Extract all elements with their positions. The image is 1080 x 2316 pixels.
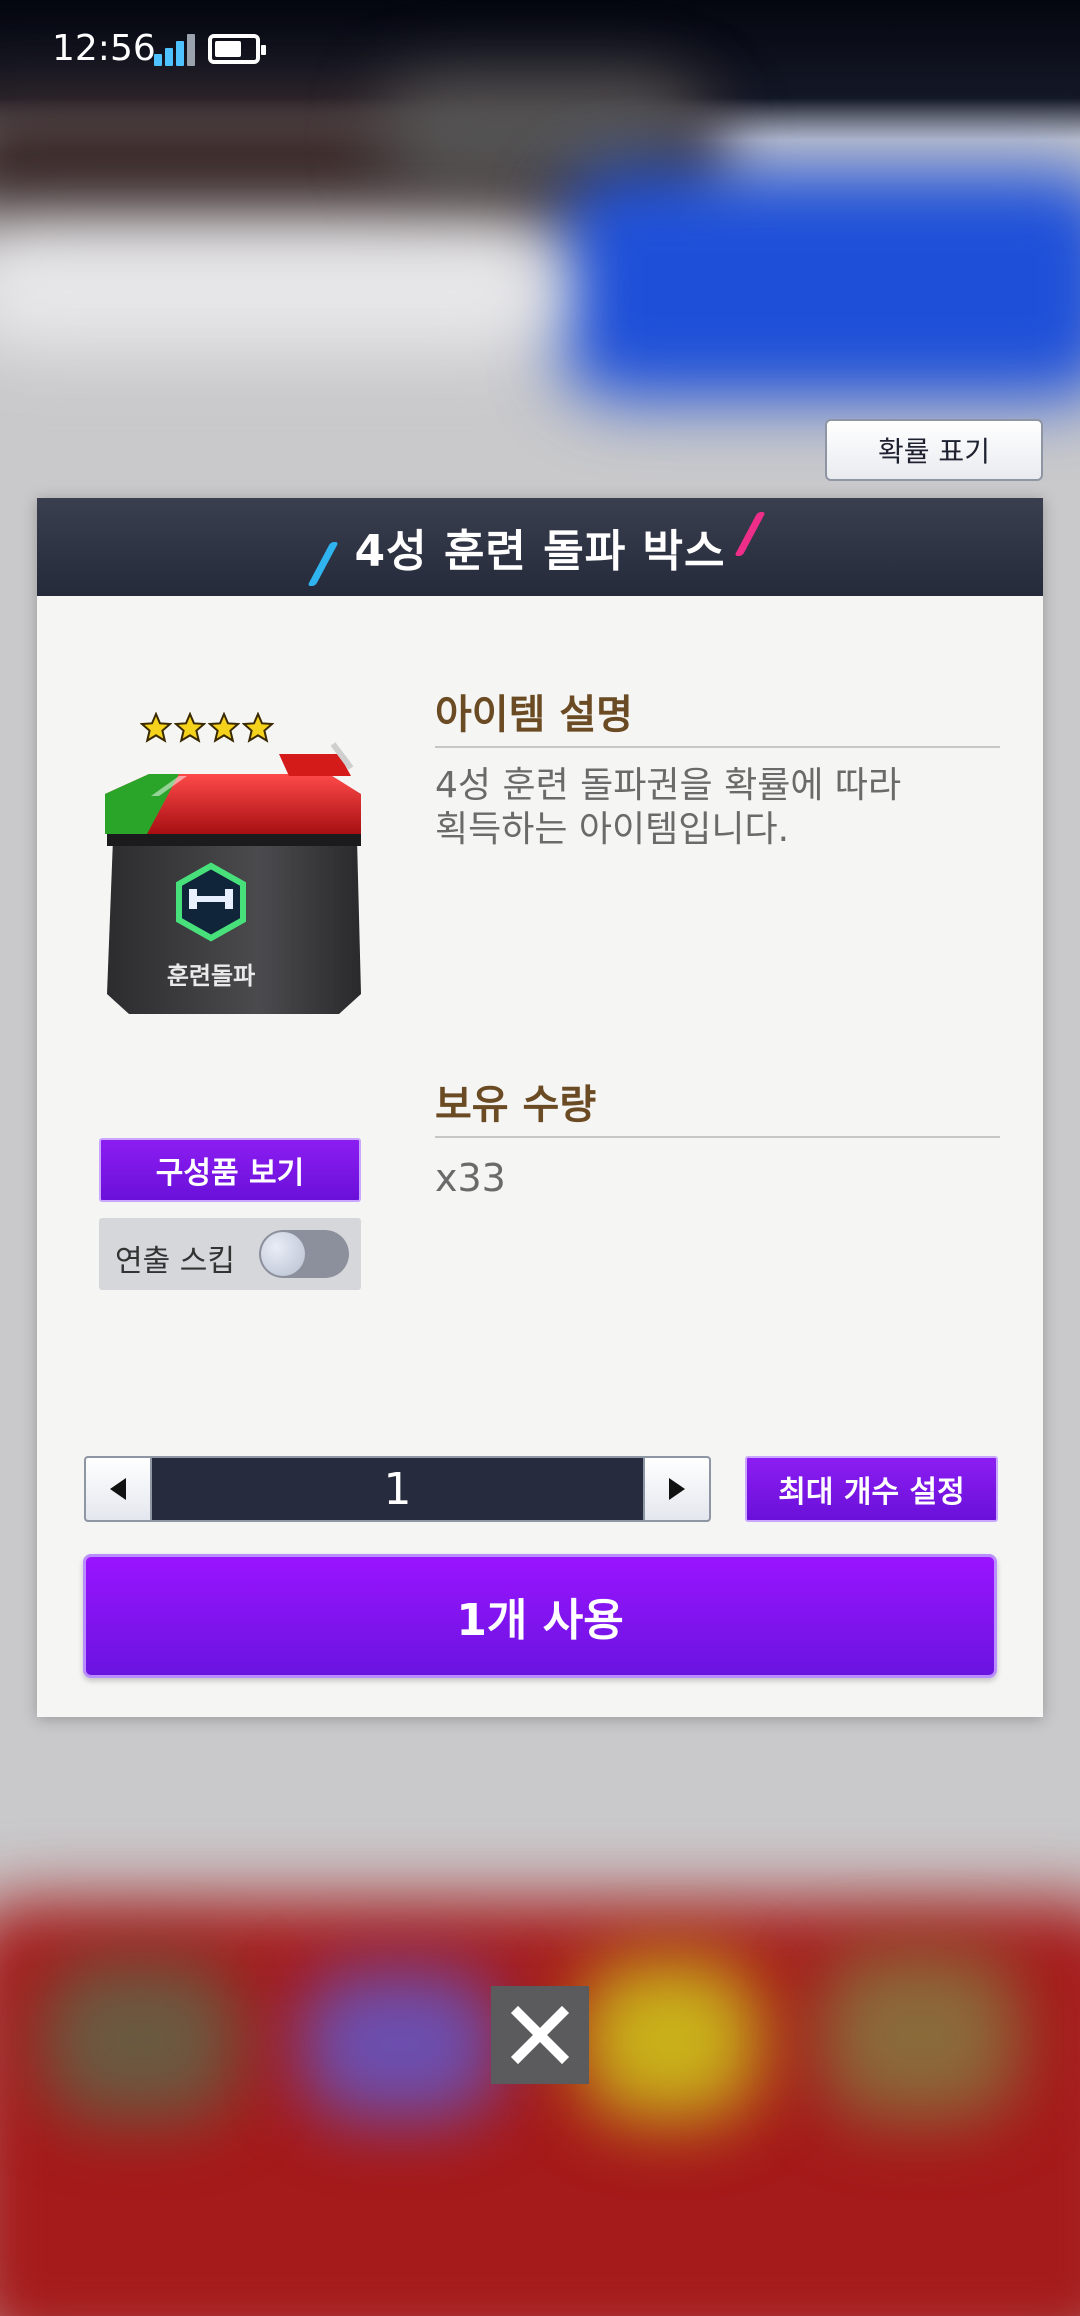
skip-label: 연출 스킵: [115, 1244, 235, 1279]
close-icon: [510, 2005, 570, 2065]
item-description-title: 아이템 설명: [435, 692, 633, 738]
use-button[interactable]: 1개 사용: [83, 1554, 997, 1678]
item-description: 4성 훈련 돌파권을 확률에 따라 획득하는 아이템입니다.: [435, 764, 955, 852]
accent-slash-blue: [307, 542, 339, 586]
skip-toggle[interactable]: [259, 1230, 349, 1278]
description-line-2: 획득하는 아이템입니다.: [435, 809, 790, 850]
view-components-button[interactable]: 구성품 보기: [99, 1138, 361, 1202]
battery-icon: [208, 34, 266, 64]
owned-quantity-title: 보유 수량: [435, 1082, 597, 1128]
status-bar: 12:56: [0, 0, 1080, 100]
box-label: 훈련돌파: [167, 962, 255, 990]
accent-slash-pink: [734, 512, 766, 556]
dialog-header: 4성 훈련 돌파 박스: [37, 498, 1043, 596]
signal-icon: [154, 34, 196, 66]
close-button[interactable]: [491, 1986, 589, 2084]
star-icon: [207, 711, 241, 744]
star-icon: [173, 711, 207, 744]
increase-button[interactable]: [643, 1458, 709, 1520]
star-icon: [139, 711, 173, 744]
chevron-left-icon: [110, 1478, 126, 1500]
divider: [435, 1136, 1000, 1138]
divider: [435, 746, 1000, 748]
stepper-value[interactable]: 1: [150, 1458, 645, 1520]
quantity-stepper: 1: [84, 1456, 711, 1522]
dialog-title: 4성 훈련 돌파 박스: [354, 526, 726, 577]
decrease-button[interactable]: [86, 1458, 152, 1520]
star-rating: [139, 711, 275, 744]
probability-button[interactable]: 확률 표기: [825, 419, 1043, 481]
star-icon: [241, 711, 275, 744]
training-box-image: 훈련돌파: [105, 742, 361, 1014]
status-time: 12:56: [52, 28, 156, 69]
chevron-right-icon: [669, 1478, 685, 1500]
description-line-1: 4성 훈련 돌파권을 확률에 따라: [435, 765, 902, 806]
item-dialog: 4성 훈련 돌파 박스 훈련돌파 구성품 보기 연출 스킵 아이템 설명 4성 …: [37, 498, 1043, 1717]
owned-quantity: x33: [435, 1156, 506, 1200]
set-max-button[interactable]: 최대 개수 설정: [745, 1456, 998, 1522]
skip-animation-row: 연출 스킵: [99, 1218, 361, 1290]
